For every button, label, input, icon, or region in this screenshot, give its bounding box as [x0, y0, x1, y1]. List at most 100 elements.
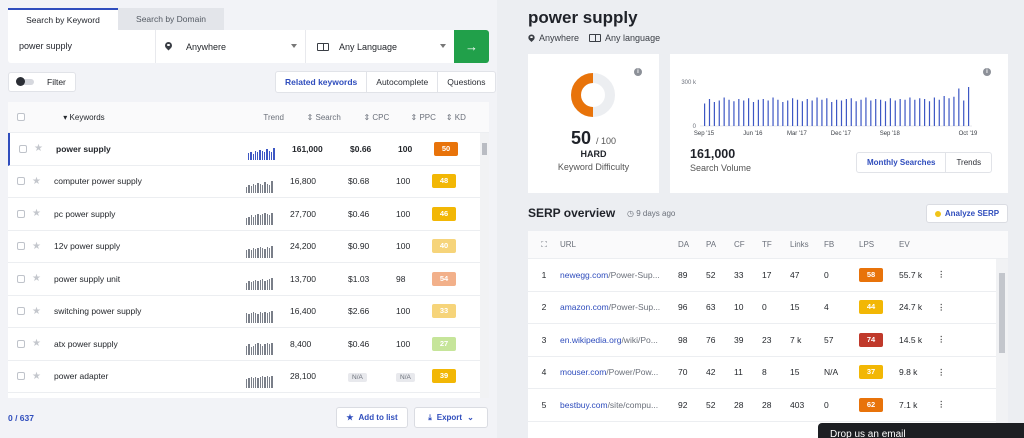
- star-icon[interactable]: ★: [34, 143, 56, 154]
- row-checkbox[interactable]: [17, 242, 25, 251]
- keyword-text[interactable]: power adapter: [54, 371, 246, 381]
- x-tick-label: Sep '18: [880, 131, 901, 137]
- serp-url[interactable]: mouser.com/Power/Pow...: [560, 367, 678, 377]
- keyword-text[interactable]: power supply: [56, 144, 248, 154]
- more-options-icon[interactable]: ⋮: [937, 334, 955, 345]
- add-to-list-button[interactable]: ★ Add to list: [336, 407, 408, 428]
- add-to-list-label: Add to list: [358, 413, 398, 422]
- tab-monthly-searches[interactable]: Monthly Searches: [857, 153, 947, 172]
- search-value: 16,800: [290, 176, 316, 187]
- analyze-serp-button[interactable]: Analyze SERP: [926, 204, 1008, 223]
- star-icon[interactable]: ★: [32, 241, 54, 252]
- table-row[interactable]: ★ power adapter 28,100 N/A N/A 39: [8, 361, 489, 393]
- serp-row[interactable]: 3 en.wikipedia.org/wiki/Po... 98 76 39 23 7 k5…: [528, 324, 1008, 357]
- row-checkbox[interactable]: [17, 209, 25, 218]
- serp-url[interactable]: bestbuy.com/site/compu...: [560, 400, 678, 410]
- tab-search-by-domain[interactable]: Search by Domain: [118, 8, 224, 30]
- serp-row[interactable]: 1 newegg.com/Power-Sup... 89 52 33 17 47 0 58 55.…: [528, 259, 1008, 292]
- keyword-text[interactable]: pc power supply: [54, 209, 246, 219]
- tab-related-keywords[interactable]: Related keywords: [276, 72, 368, 92]
- table-row[interactable]: ★ computer power supply 16,800 $0.68 100 48: [8, 166, 489, 198]
- serp-da: 92: [678, 399, 688, 410]
- select-all-checkbox[interactable]: [17, 113, 25, 121]
- star-icon[interactable]: ★: [32, 306, 54, 317]
- keyword-text[interactable]: 12v power supply: [54, 241, 246, 251]
- keyword-input[interactable]: power supply: [8, 30, 156, 63]
- serp-row[interactable]: 2 amazon.com/Power-Sup... 96 63 10 0 15 4 44 24.7…: [528, 292, 1008, 324]
- volume-bar: [865, 97, 867, 126]
- row-checkbox[interactable]: [17, 372, 25, 381]
- keyword-text[interactable]: switching power supply: [54, 306, 246, 316]
- language-select[interactable]: Any Language: [306, 30, 454, 63]
- more-options-icon[interactable]: ⋮: [937, 399, 955, 410]
- more-options-icon[interactable]: ⋮: [937, 269, 955, 280]
- row-checkbox[interactable]: [17, 274, 25, 283]
- trend-bar: [259, 183, 262, 193]
- table-row[interactable]: ★ switching power supply 16,400 $2.66 100 33: [8, 296, 489, 328]
- keyword-source-tabs: Related keywords Autocomplete Questions: [275, 71, 496, 93]
- serp-url[interactable]: en.wikipedia.org/wiki/Po...: [560, 335, 678, 345]
- keyword-text[interactable]: atx power supply: [54, 339, 246, 349]
- col-ppc[interactable]: ⇕ PPC: [411, 113, 446, 122]
- star-icon: ★: [346, 413, 354, 422]
- keyword-text[interactable]: power supply unit: [54, 274, 246, 284]
- trend-bar: [264, 281, 266, 291]
- table-scrollbar[interactable]: [480, 133, 489, 398]
- trend-bar: [248, 378, 250, 388]
- volume-bar: [875, 99, 877, 126]
- chat-email-toast[interactable]: Drop us an email: [818, 423, 1024, 438]
- star-icon[interactable]: ★: [32, 371, 54, 382]
- language-icon: [317, 42, 329, 51]
- search-submit-button[interactable]: →: [454, 30, 489, 63]
- table-row[interactable]: ★ power supply unit 13,700 $1.03 98 54: [8, 263, 489, 296]
- more-options-icon[interactable]: ⋮: [937, 367, 955, 378]
- tab-autocomplete[interactable]: Autocomplete: [367, 72, 439, 92]
- serp-links: 7 k: [790, 334, 802, 345]
- expand-icon[interactable]: ⛶: [528, 240, 560, 250]
- serp-url[interactable]: newegg.com/Power-Sup...: [560, 270, 678, 280]
- x-tick-label: Oct '19: [959, 131, 978, 137]
- cpc-na: N/A: [348, 372, 367, 382]
- more-options-icon[interactable]: ⋮: [937, 302, 955, 313]
- serp-url[interactable]: amazon.com/Power-Sup...: [560, 302, 678, 312]
- col-kd[interactable]: ⇕ KD: [446, 113, 489, 122]
- search-value: 24,200: [290, 241, 316, 252]
- filter-toggle[interactable]: Filter: [8, 72, 76, 92]
- table-row[interactable]: ★ power supply 161,000 $0.66 100 50: [8, 133, 489, 166]
- keyword-text[interactable]: computer power supply: [54, 176, 246, 186]
- table-row[interactable]: ★ 12v power supply 24,200 $0.90 100 40: [8, 231, 489, 263]
- trend-bar: [268, 279, 271, 291]
- table-row[interactable]: ★ pc power supply 27,700 $0.46 100 46: [8, 198, 489, 231]
- col-search[interactable]: ⇕ Search: [307, 113, 364, 122]
- serp-da: 98: [678, 334, 688, 345]
- search-value: 161,000: [292, 143, 323, 154]
- star-icon[interactable]: ★: [32, 208, 54, 219]
- keywords-table-body: ★ power supply 161,000 $0.66 100 50 ★ computer …: [8, 133, 489, 393]
- row-checkbox[interactable]: [17, 177, 25, 186]
- tab-questions[interactable]: Questions: [438, 72, 494, 92]
- tab-trends[interactable]: Trends: [946, 153, 991, 172]
- star-icon[interactable]: ★: [32, 273, 54, 284]
- trend-bar: [246, 379, 248, 388]
- serp-row[interactable]: 4 mouser.com/Power/Pow... 70 42 11 8 15 N/A 37 9.…: [528, 357, 1008, 389]
- serp-row[interactable]: 5 bestbuy.com/site/compu... 92 52 28 28 403 0 62…: [528, 389, 1008, 422]
- trend-bar: [246, 186, 248, 193]
- trend-bar: [250, 249, 252, 258]
- trend-bar: [268, 151, 270, 161]
- star-icon[interactable]: ★: [32, 176, 54, 187]
- location-select[interactable]: Anywhere: [156, 30, 306, 63]
- serp-scrollbar[interactable]: [996, 259, 1008, 438]
- serp-links: 403: [790, 399, 805, 410]
- tab-search-by-keyword[interactable]: Search by Keyword: [8, 8, 118, 30]
- row-checkbox[interactable]: [17, 307, 25, 316]
- col-cpc[interactable]: ⇕ CPC: [363, 113, 410, 122]
- row-checkbox[interactable]: [19, 144, 27, 153]
- col-keywords[interactable]: ▾ Keywords: [53, 113, 263, 122]
- table-row[interactable]: ★ atx power supply 8,400 $0.46 100 27: [8, 328, 489, 361]
- star-icon[interactable]: ★: [32, 338, 54, 349]
- trend-bar: [262, 375, 264, 388]
- trend-bar: [264, 248, 266, 258]
- row-checkbox[interactable]: [17, 339, 25, 348]
- export-button[interactable]: ⤓ Export ⌄: [414, 407, 488, 428]
- kd-label: Keyword Difficulty: [557, 162, 630, 172]
